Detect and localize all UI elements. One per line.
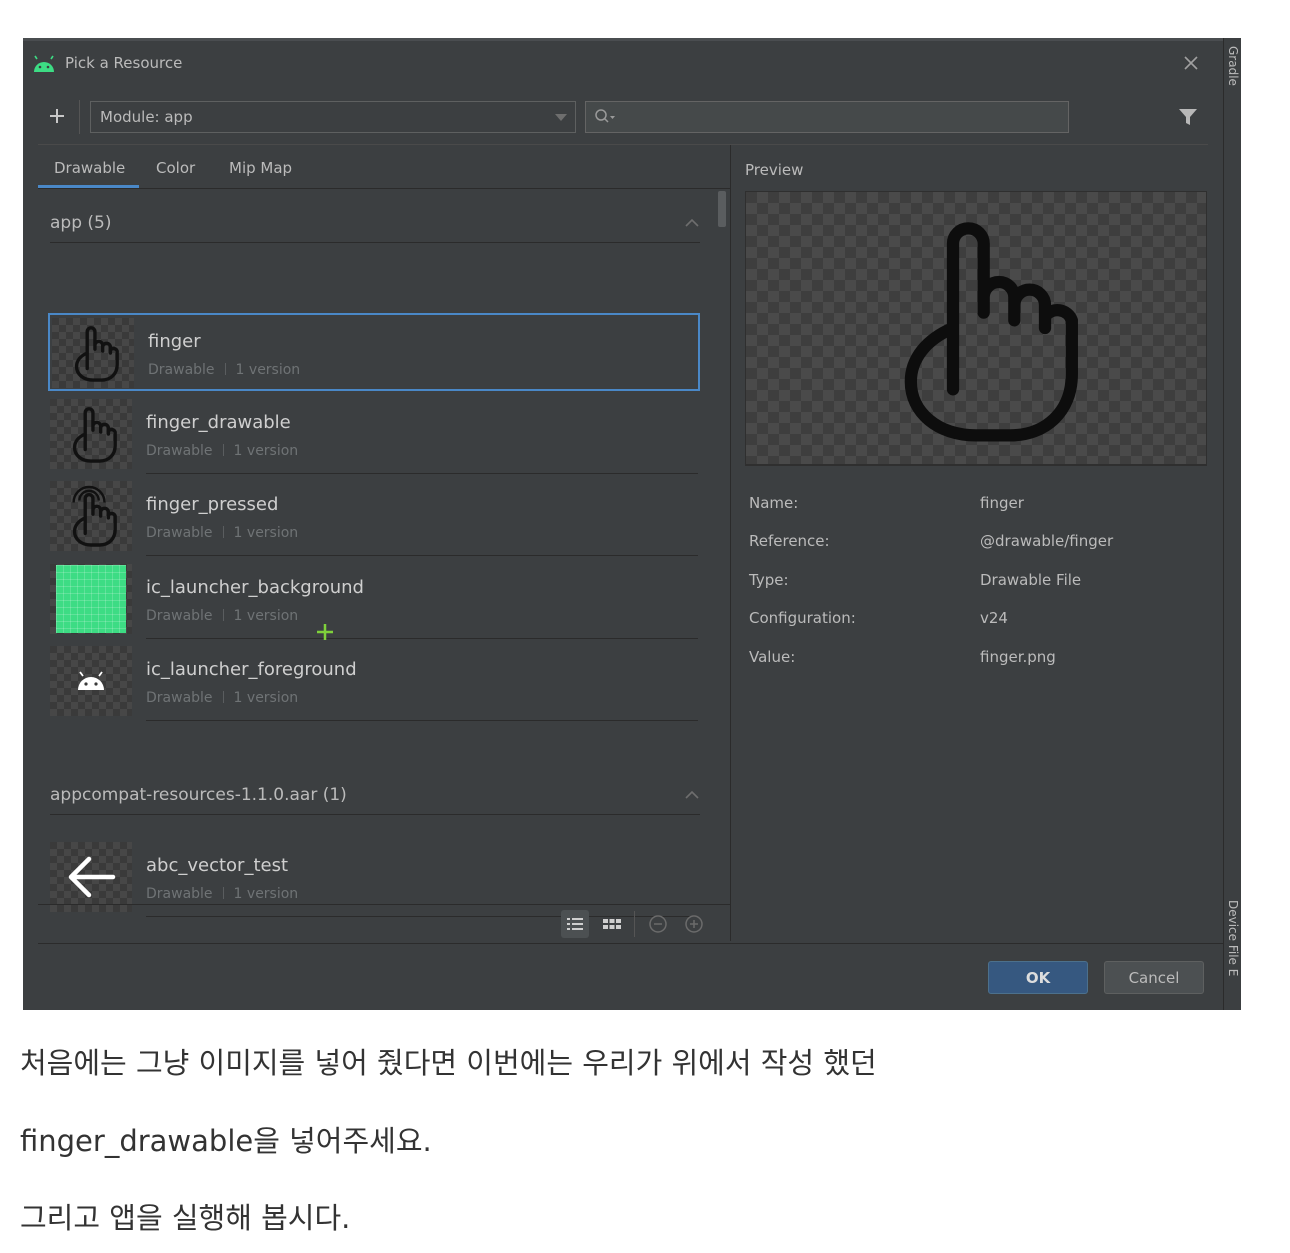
view-options-separator bbox=[634, 911, 635, 937]
list-view-button[interactable] bbox=[561, 910, 589, 938]
resource-thumbnail bbox=[50, 399, 132, 469]
dialog-title: Pick a Resource bbox=[65, 54, 183, 72]
resource-toolbar: Module: app bbox=[23, 98, 1223, 136]
property-label-reference: Reference: bbox=[749, 532, 830, 550]
group-header-appcompat[interactable]: appcompat-resources-1.1.0.aar (1) bbox=[50, 775, 700, 815]
group-header-app[interactable]: app (5) bbox=[50, 203, 700, 243]
chevron-up-icon[interactable] bbox=[684, 217, 700, 229]
filter-icon[interactable] bbox=[1177, 106, 1199, 128]
resource-row-finger-drawable[interactable]: finger_drawable Drawable 1 version bbox=[48, 396, 700, 474]
pick-resource-dialog: Pick a Resource Gradle Device File E Mod… bbox=[23, 38, 1241, 1010]
zoom-in-icon bbox=[685, 915, 703, 933]
scrollbar-thumb[interactable] bbox=[718, 191, 726, 227]
resource-name: finger_pressed bbox=[146, 494, 279, 515]
module-select-value: Module: app bbox=[100, 108, 193, 126]
row-divider bbox=[146, 638, 698, 639]
preview-label: Preview bbox=[745, 161, 804, 179]
row-divider bbox=[146, 555, 698, 556]
group-title: app (5) bbox=[50, 213, 112, 233]
tab-mip-map[interactable]: Mip Map bbox=[229, 159, 292, 177]
resource-thumbnail bbox=[50, 564, 132, 634]
group-title: appcompat-resources-1.1.0.aar (1) bbox=[50, 785, 347, 805]
resource-name: abc_vector_test bbox=[146, 855, 289, 876]
active-tab-indicator bbox=[38, 185, 139, 188]
property-label-value: Value: bbox=[749, 648, 796, 666]
preview-pane: Preview Name: finger Reference: @drawabl… bbox=[731, 145, 1223, 941]
view-options-bar bbox=[38, 904, 730, 942]
tool-window-rail: Gradle Device File E bbox=[1223, 38, 1241, 1010]
row-divider bbox=[146, 473, 698, 474]
zoom-in-button[interactable] bbox=[680, 910, 708, 938]
property-label-type: Type: bbox=[749, 571, 789, 589]
hand-pointer-icon bbox=[72, 407, 117, 463]
hand-pointer-icon bbox=[904, 222, 1078, 442]
resource-thumbnail bbox=[52, 318, 134, 388]
mouse-cursor-icon bbox=[317, 624, 333, 640]
android-icon bbox=[34, 55, 54, 72]
property-value-name: finger bbox=[980, 494, 1024, 512]
dialog-titlebar: Pick a Resource bbox=[23, 41, 1223, 87]
grid-view-button[interactable] bbox=[598, 910, 626, 938]
resource-meta: Drawable 1 version bbox=[146, 886, 299, 902]
hand-pointer-icon bbox=[74, 326, 119, 382]
article-paragraph-2: finger_drawable을 넣어주세요. bbox=[20, 1124, 432, 1158]
resource-thumbnail bbox=[50, 646, 132, 716]
zoom-out-button[interactable] bbox=[644, 910, 672, 938]
search-input[interactable] bbox=[585, 101, 1069, 133]
article-paragraph-3: 그리고 앱을 실행해 봅시다. bbox=[20, 1201, 351, 1235]
resource-name: finger bbox=[148, 331, 201, 352]
resource-meta: Drawable 1 version bbox=[146, 443, 299, 459]
property-label-name: Name: bbox=[749, 494, 799, 512]
zoom-out-icon bbox=[649, 915, 667, 933]
resource-list-pane: Drawable Color Mip Map app (5) finger Dr… bbox=[38, 145, 730, 941]
close-button[interactable] bbox=[1179, 51, 1203, 75]
list-view-icon bbox=[567, 918, 583, 930]
footer-divider bbox=[38, 943, 1223, 944]
close-icon bbox=[1184, 56, 1198, 70]
tab-drawable[interactable]: Drawable bbox=[54, 159, 125, 177]
resource-name: ic_launcher_foreground bbox=[146, 659, 357, 680]
preview-divider bbox=[745, 465, 1207, 466]
property-label-configuration: Configuration: bbox=[749, 609, 856, 627]
device-file-explorer-tab[interactable]: Device File E bbox=[1226, 900, 1240, 976]
property-value-type: Drawable File bbox=[980, 571, 1082, 589]
resource-meta: Drawable 1 version bbox=[146, 525, 299, 541]
resource-row-finger[interactable]: finger Drawable 1 version bbox=[48, 313, 700, 391]
resource-row-ic-launcher-background[interactable]: ic_launcher_background Drawable 1 version bbox=[48, 561, 700, 639]
arrow-left-icon bbox=[68, 856, 116, 898]
resource-thumbnail bbox=[50, 842, 132, 912]
toolbar-separator bbox=[79, 100, 80, 134]
article-paragraph-1: 처음에는 그냥 이미지를 넣어 줬다면 이번에는 우리가 위에서 작성 했던 bbox=[20, 1046, 877, 1080]
green-grid-icon bbox=[56, 565, 126, 633]
grid-view-icon bbox=[603, 919, 621, 929]
preview-image bbox=[745, 191, 1207, 465]
search-icon bbox=[595, 109, 615, 123]
resource-type-tabs: Drawable Color Mip Map bbox=[38, 145, 730, 189]
resource-thumbnail bbox=[50, 481, 132, 551]
add-resource-button[interactable] bbox=[43, 102, 71, 130]
resource-row-ic-launcher-foreground[interactable]: ic_launcher_foreground Drawable 1 version bbox=[48, 643, 700, 721]
property-value-value: finger.png bbox=[980, 648, 1056, 666]
row-divider bbox=[146, 720, 698, 721]
module-select[interactable]: Module: app bbox=[90, 101, 576, 133]
plus-icon bbox=[50, 109, 64, 123]
chevron-down-icon bbox=[555, 114, 567, 121]
cancel-button[interactable]: Cancel bbox=[1104, 961, 1204, 994]
resource-meta: Drawable 1 version bbox=[146, 608, 299, 624]
resource-row-finger-pressed[interactable]: finger_pressed Drawable 1 version bbox=[48, 478, 700, 556]
property-value-configuration: v24 bbox=[980, 609, 1008, 627]
resource-name: finger_drawable bbox=[146, 412, 291, 433]
ok-button[interactable]: OK bbox=[988, 961, 1088, 994]
android-icon bbox=[78, 671, 104, 690]
hand-pressed-icon bbox=[72, 485, 117, 547]
tab-color[interactable]: Color bbox=[156, 159, 195, 177]
gradle-tool-tab[interactable]: Gradle bbox=[1226, 46, 1240, 86]
resource-meta: Drawable 1 version bbox=[148, 362, 301, 378]
resource-meta: Drawable 1 version bbox=[146, 690, 299, 706]
chevron-up-icon[interactable] bbox=[684, 789, 700, 801]
property-value-reference: @drawable/finger bbox=[980, 532, 1114, 550]
resource-name: ic_launcher_background bbox=[146, 577, 364, 598]
